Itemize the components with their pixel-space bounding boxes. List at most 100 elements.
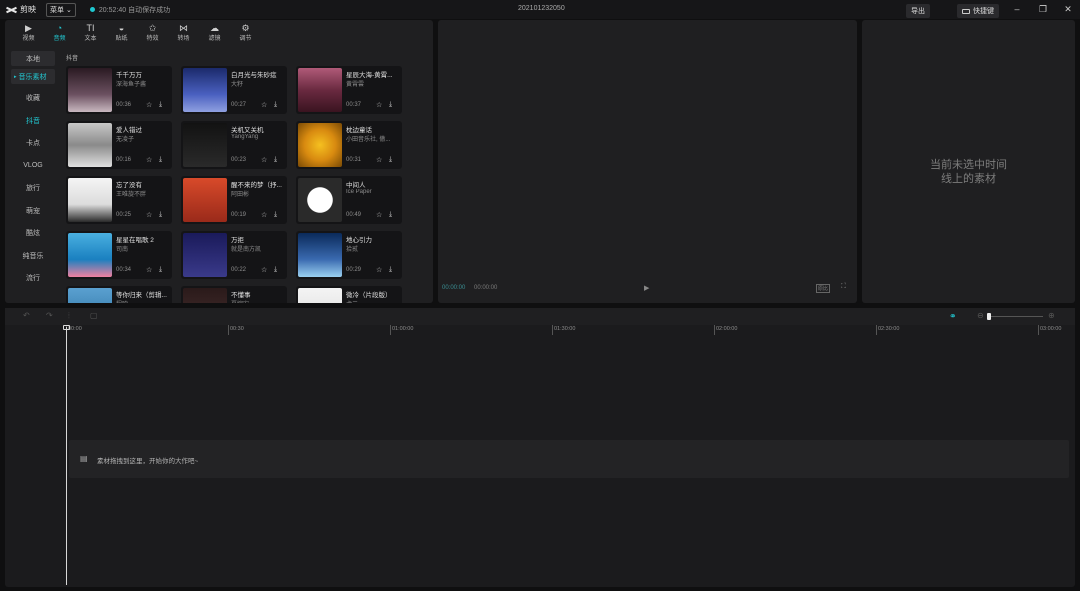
fullscreen-icon[interactable]: ⛶	[841, 283, 846, 291]
album-cover	[68, 123, 112, 167]
music-card[interactable]: 中间人 Ice Paper 00:49 ☆ ⤓	[296, 176, 402, 224]
ruler-tick-label: 02:30:00	[878, 326, 900, 332]
download-icon[interactable]: ⤓	[274, 101, 277, 109]
download-icon[interactable]: ⤓	[159, 211, 162, 219]
music-card[interactable]: 星星在唱歌 2 司南 00:34 ☆ ⤓	[66, 231, 172, 279]
sidebar-item-pets[interactable]: 萌宠	[5, 200, 61, 223]
music-title: 等你归来（剪辑...	[116, 292, 167, 299]
favorite-star-icon[interactable]: ☆	[376, 211, 382, 219]
download-icon[interactable]: ⤓	[159, 101, 162, 109]
download-icon[interactable]: ⤓	[159, 266, 162, 274]
tab-text[interactable]: TI 文本	[75, 20, 106, 44]
music-artist: 深海鱼子酱	[116, 82, 147, 88]
minimize-icon[interactable]: –	[1012, 4, 1022, 14]
sidebar-item-pure-music[interactable]: 纯音乐	[5, 245, 61, 268]
music-card[interactable]: 等你归来（剪辑...程响☆⤓	[66, 286, 172, 303]
time-ruler[interactable]: 00:00 00:30 01:00:00 01:30:00 02:00:00 02:30:…	[5, 325, 1075, 335]
shortcut-button[interactable]: 快捷键	[957, 4, 999, 18]
capcut-logo-icon	[6, 6, 17, 14]
tab-sticker[interactable]: ◒ 贴纸	[106, 20, 137, 44]
undo-icon[interactable]: ↶	[23, 311, 30, 320]
maximize-icon[interactable]: ❐	[1038, 4, 1048, 14]
close-icon[interactable]: ✕	[1063, 4, 1073, 14]
favorite-star-icon[interactable]: ☆	[376, 101, 382, 109]
player-panel: 00:00:00 00:00:00 ▶ 原比 ⛶	[438, 20, 857, 303]
music-card[interactable]: 关机又关机 YangYang 00:23 ☆ ⤓	[181, 121, 287, 169]
sidebar-item-local[interactable]: 本地	[11, 51, 55, 66]
favorite-star-icon[interactable]: ☆	[376, 156, 382, 164]
tab-audio[interactable]: ◔ 音频	[44, 20, 75, 44]
zoom-slider[interactable]	[987, 316, 1043, 317]
music-duration: 00:37	[346, 102, 362, 108]
favorite-star-icon[interactable]: ☆	[146, 211, 152, 219]
redo-icon[interactable]: ↷	[46, 311, 53, 320]
download-icon[interactable]: ⤓	[274, 266, 277, 274]
sidebar-item-beat[interactable]: 卡点	[5, 132, 61, 155]
music-duration: 00:36	[116, 102, 132, 108]
music-card[interactable]: 爱人错过 无凌子 00:16 ☆ ⤓	[66, 121, 172, 169]
tab-filter[interactable]: ☁ 滤镜	[199, 20, 230, 44]
music-card[interactable]: 地心引力 拾贰 00:29 ☆ ⤓	[296, 231, 402, 279]
play-icon[interactable]: ▶	[644, 284, 649, 292]
sidebar-item-vlog[interactable]: VLOG	[5, 155, 61, 178]
tab-transition[interactable]: ⋈ 转场	[168, 20, 199, 44]
download-icon[interactable]: ⤓	[389, 101, 392, 109]
sidebar-item-favorites[interactable]: 收藏	[5, 87, 61, 110]
album-cover	[298, 123, 342, 167]
music-duration: 00:16	[116, 157, 132, 163]
favorite-star-icon[interactable]: ☆	[261, 101, 267, 109]
link-icon[interactable]: ⚭	[949, 311, 957, 322]
music-card[interactable]: 白月光与朱砂痣 大籽 00:27 ☆ ⤓	[181, 66, 287, 114]
autosave-status: 20:52:40 自动保存成功	[89, 5, 170, 15]
shortcut-label: 快捷键	[973, 8, 994, 15]
download-icon[interactable]: ⤓	[389, 266, 392, 274]
download-icon[interactable]: ⤓	[274, 211, 277, 219]
favorite-star-icon[interactable]: ☆	[146, 156, 152, 164]
music-card[interactable]: 千千万万 深海鱼子酱 00:36 ☆ ⤓	[66, 66, 172, 114]
export-button[interactable]: 导出	[906, 4, 930, 18]
zoom-out-icon[interactable]: ⊖	[977, 311, 984, 320]
favorite-star-icon[interactable]: ☆	[261, 266, 267, 274]
ruler-tick-label: 01:30:00	[554, 326, 576, 332]
sidebar-item-cool[interactable]: 酷炫	[5, 222, 61, 245]
album-cover	[298, 288, 342, 303]
track-drop-zone[interactable]: ▤ 素材拖拽到这里，开始你的大作吧~	[69, 440, 1069, 478]
favorite-star-icon[interactable]: ☆	[261, 211, 267, 219]
playhead[interactable]	[66, 327, 67, 585]
ruler-tick-label: 00:30	[230, 326, 244, 332]
split-icon[interactable]: ⦙	[68, 311, 70, 321]
aspect-ratio-button[interactable]: 原比	[816, 284, 831, 293]
download-icon[interactable]: ⤓	[159, 156, 162, 164]
download-icon[interactable]: ⤓	[389, 156, 392, 164]
sidebar-item-pop[interactable]: 流行	[5, 267, 61, 290]
favorite-star-icon[interactable]: ☆	[146, 266, 152, 274]
music-card[interactable]: 枕边童话 小田音乐社, 傲... 00:31 ☆ ⤓	[296, 121, 402, 169]
favorite-star-icon[interactable]: ☆	[261, 156, 267, 164]
ruler-tick-label: 01:00:00	[392, 326, 414, 332]
zoom-in-icon[interactable]: ⊕	[1048, 311, 1055, 320]
download-icon[interactable]: ⤓	[389, 211, 392, 219]
menu-button[interactable]: 菜单 ⌄	[46, 2, 76, 17]
music-card[interactable]: 星辰大海-黄霄... 黄霄雲 00:37 ☆ ⤓	[296, 66, 402, 114]
text-icon: TI	[86, 22, 95, 33]
sidebar-item-travel[interactable]: 旅行	[5, 177, 61, 200]
download-icon[interactable]: ⤓	[274, 156, 277, 164]
tab-adjust[interactable]: ⚙ 调节	[230, 20, 261, 44]
music-duration: 00:25	[116, 212, 132, 218]
favorite-star-icon[interactable]: ☆	[146, 101, 152, 109]
album-cover	[68, 233, 112, 277]
section-title: 抖音	[66, 56, 79, 62]
music-artist: 无凌子	[116, 137, 135, 143]
sidebar-item-douyin[interactable]: 抖音	[5, 110, 61, 133]
tab-video[interactable]: ▶ 视频	[13, 20, 44, 44]
zoom-slider-handle[interactable]	[987, 313, 991, 320]
delete-icon[interactable]: ▢	[90, 311, 98, 320]
music-card[interactable]: 忘了没有 王唯旋不胖 00:25 ☆ ⤓	[66, 176, 172, 224]
favorite-star-icon[interactable]: ☆	[376, 266, 382, 274]
music-card[interactable]: 微冷（片段版）虎二☆⤓	[296, 286, 402, 303]
tab-effects[interactable]: ✩ 特效	[137, 20, 168, 44]
sidebar-item-music-library[interactable]: 音乐素材	[11, 69, 55, 84]
music-card[interactable]: 不懂事夏婉安☆⤓	[181, 286, 287, 303]
music-card[interactable]: 醒不来的梦（抒... 阿田彬 00:19 ☆ ⤓	[181, 176, 287, 224]
music-card[interactable]: 万拒 就是南方凯 00:22 ☆ ⤓	[181, 231, 287, 279]
